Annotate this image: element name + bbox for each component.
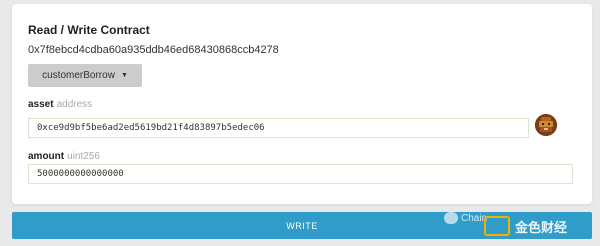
asset-param-name: asset — [28, 99, 54, 110]
asset-param-type: address — [56, 99, 93, 110]
page-title: Read / Write Contract — [28, 23, 150, 37]
function-select[interactable]: customerBorrow ▼ — [28, 64, 142, 87]
amount-input[interactable]: 5000000000000000 — [28, 164, 573, 184]
amount-label: amount uint256 — [28, 151, 100, 162]
contract-address: 0x7f8ebcd4cdba60a935ddb46ed68430868ccb42… — [28, 44, 279, 56]
amount-param-name: amount — [28, 151, 65, 162]
wechat-icon — [444, 212, 458, 224]
asset-label: asset address — [28, 99, 92, 110]
function-select-label: customerBorrow — [42, 70, 115, 81]
watermark: Chain — [444, 212, 487, 224]
watermark-logo-icon — [484, 216, 510, 236]
address-avatar-icon — [535, 114, 557, 136]
asset-input[interactable]: 0xce9d9bf5be6ad2ed5619bd21f4d83897b5edec… — [28, 118, 529, 138]
watermark-brand: 金色财经 — [515, 220, 568, 235]
chevron-down-icon: ▼ — [120, 72, 128, 79]
write-button-label: WRITE — [286, 220, 318, 231]
amount-param-type: uint256 — [67, 151, 100, 162]
